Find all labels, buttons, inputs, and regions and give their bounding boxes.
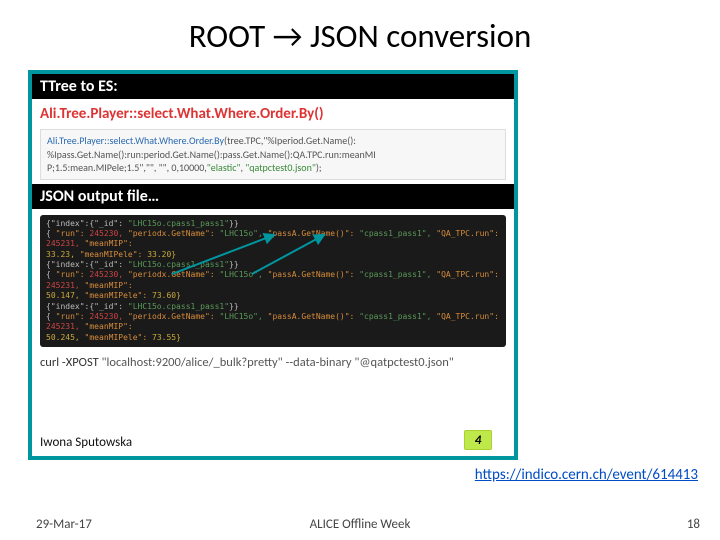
code-token-jsonfile: "qatpctest0.json" — [245, 161, 316, 174]
inner-page-number: 4 — [464, 430, 492, 450]
ttree-header: TTree to ES: — [32, 74, 514, 99]
slide-title: ROOT → JSON conversion — [0, 0, 720, 56]
j: { — [46, 270, 51, 279]
j: "passA.GetName()": — [268, 229, 355, 238]
j: "QA_TPC.run": — [436, 270, 499, 279]
json-header: JSON output file… — [32, 184, 514, 209]
j: "LHC15o.cpass1_pass1" — [128, 260, 229, 269]
code-token: %Ipass.Get.Name():run:period.Get.Name():… — [47, 148, 376, 161]
j: "cpass1_pass1", — [359, 312, 431, 321]
j: "meanMIPele": — [85, 333, 148, 342]
j: "LHC15o.cpass1_pass1" — [128, 219, 229, 228]
j: 245230, — [89, 312, 123, 321]
footer-center: ALICE Offline Week — [310, 517, 411, 532]
j: "meanMIP": — [85, 239, 133, 248]
j: "LHC15o", — [219, 312, 262, 321]
j: 33.20} — [147, 250, 176, 259]
j: "meanMIP": — [85, 281, 133, 290]
j: 245230, — [89, 270, 123, 279]
j: "QA_TPC.run": — [436, 312, 499, 321]
j: "QA_TPC.run": — [436, 229, 499, 238]
j: {"index":{"_id": — [46, 219, 123, 228]
j: 73.60} — [152, 291, 181, 300]
j: { — [46, 312, 51, 321]
j: 245231, — [46, 239, 80, 248]
j: 50.245, — [46, 333, 80, 342]
j: "run": — [56, 312, 85, 321]
j: "LHC15o", — [219, 270, 262, 279]
code-block-json-output: {"index":{"_id": "LHC15o.cpass1_pass1"}}… — [40, 215, 506, 348]
j: {"index":{"_id": — [46, 302, 123, 311]
j: "LHC15o", — [219, 229, 262, 238]
j: "meanMIPele": — [80, 250, 143, 259]
code-token: ); — [316, 161, 322, 174]
footer-date: 29-Mar-17 — [0, 517, 92, 532]
slide-footer: 29-Mar-17 ALICE Offline Week 18 — [0, 517, 720, 532]
j: "periodx.GetName": — [128, 312, 215, 321]
j: "cpass1_pass1", — [359, 270, 431, 279]
link-row: https://indico.cern.ch/event/614413 — [0, 460, 720, 484]
method-signature: Ali.Tree.Player::select.What.Where.Order… — [32, 99, 514, 125]
j: 245231, — [46, 281, 80, 290]
code-token: P;1.5:mean.MIPele;1.5","", "", 0,10000, — [47, 161, 207, 174]
j: "passA.GetName()": — [268, 270, 355, 279]
j: }} — [229, 302, 239, 311]
j: "cpass1_pass1", — [359, 229, 431, 238]
code-token: Ali.Tree.Player::select.What.Where.Order… — [47, 134, 224, 147]
embedded-slide: TTree to ES: Ali.Tree.Player::select.Wha… — [28, 70, 518, 460]
curl-text: curl -XPOST — [40, 355, 102, 370]
j: "run": — [56, 270, 85, 279]
speaker-name: Iwona Sputowska — [40, 435, 132, 450]
footer-page-number: 18 — [687, 517, 700, 532]
j: {"index":{"_id": — [46, 260, 123, 269]
j: "run": — [56, 229, 85, 238]
j: { — [46, 229, 51, 238]
j: 245230, — [89, 229, 123, 238]
j: 245231, — [46, 322, 80, 331]
code-token: , — [240, 161, 243, 174]
j: "LHC15o.cpass1_pass1" — [128, 302, 229, 311]
j: }} — [229, 219, 239, 228]
j: "periodx.GetName": — [128, 229, 215, 238]
inner-page-badge: 4 — [464, 430, 492, 450]
curl-command: curl -XPOST "localhost:9200/alice/_bulk?… — [32, 353, 514, 370]
j: }} — [229, 260, 239, 269]
code-token-elastic: "elastic" — [207, 161, 241, 174]
j: "passA.GetName()": — [268, 312, 355, 321]
code-block-selector: Ali.Tree.Player::select.What.Where.Order… — [40, 129, 506, 180]
j: "meanMIPele": — [85, 291, 148, 300]
j: "meanMIP": — [85, 322, 133, 331]
j: "periodx.GetName": — [128, 270, 215, 279]
j: 73.55} — [152, 333, 181, 342]
curl-args: "localhost:9200/alice/_bulk?pretty" --da… — [102, 355, 454, 370]
j: 33.23, — [46, 250, 75, 259]
j: 50.147, — [46, 291, 80, 300]
code-token: (tree.TPC,"%Iperiod.Get.Name(): — [224, 134, 356, 147]
indico-link[interactable]: https://indico.cern.ch/event/614413 — [475, 466, 698, 484]
